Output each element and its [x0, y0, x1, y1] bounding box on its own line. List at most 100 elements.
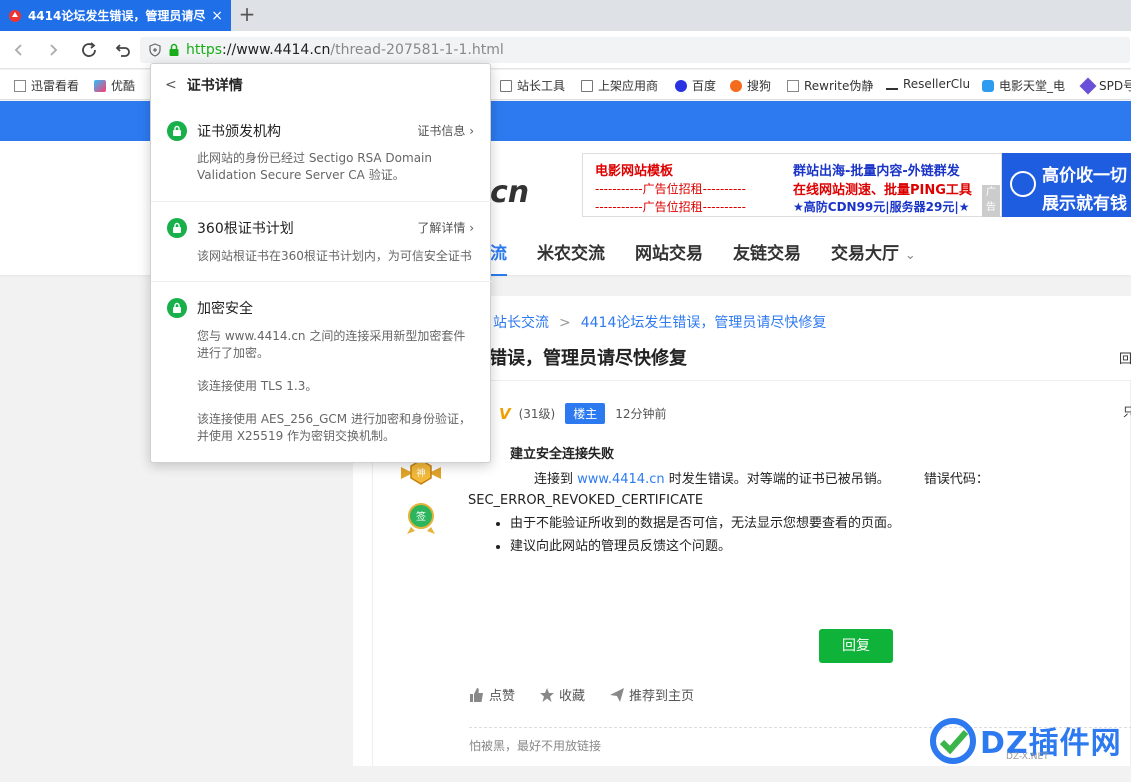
popup-header[interactable]: < 证书详情: [165, 75, 243, 95]
star-icon: [540, 687, 555, 702]
section-desc: 此网站的身份已经过 Sectigo RSA Domain Validation …: [197, 151, 432, 182]
url-host: ://www.4414.cn: [222, 42, 331, 58]
nav-item[interactable]: 友链交易: [733, 239, 801, 264]
bookmark-item[interactable]: 上架应用商: [581, 77, 658, 94]
error-bullets: 由于不能验证所收到的数据是否可信，无法显示您想要查看的页面。 建议向此网站的管理…: [510, 512, 1028, 554]
brand-logo-icon: [1010, 171, 1036, 197]
reload-button[interactable]: [78, 39, 100, 61]
author-only-link[interactable]: 只: [1123, 403, 1131, 420]
lock-icon[interactable]: [168, 43, 180, 57]
url-text[interactable]: https://www.4414.cn/thread-207581-1-1.ht…: [186, 42, 504, 58]
nav-item-dropdown[interactable]: 交易大厅 ⌄: [831, 239, 916, 264]
forward-arrow-icon: [50, 44, 58, 56]
link-label: 证书信息: [417, 124, 466, 138]
address-bar[interactable]: https://www.4414.cn/thread-207581-1-1.ht…: [140, 37, 1130, 63]
bookmark-item[interactable]: 迅雷看看: [14, 77, 79, 94]
page-icon: [787, 79, 799, 92]
page-icon: [14, 79, 26, 92]
bookmark-label: 上架应用商: [598, 79, 659, 93]
text-ad-banner[interactable]: 电影网站模板 -----------广告位招租---------- ------…: [582, 153, 1002, 217]
watermark-sub: DZ-X.NET: [1006, 752, 1049, 762]
url-scheme: https: [186, 42, 223, 58]
section-desc: 您与 www.4414.cn 之间的连接采用新型加密套件进行了加密。: [197, 329, 466, 360]
checkin-medal-icon: 签: [407, 503, 435, 534]
youku-icon: [94, 79, 106, 92]
active-tab[interactable]: 4414论坛发生错误，管理员请尽 ×: [0, 0, 231, 31]
error-heading: 建立安全连接失败: [510, 447, 615, 462]
bookmark-label: 迅雷看看: [31, 79, 80, 93]
chevron-left-icon[interactable]: <: [165, 77, 177, 93]
tls-version: 该连接使用 TLS 1.3。: [197, 379, 318, 393]
breadcrumb-item[interactable]: 站长交流: [493, 315, 549, 331]
favorite-button[interactable]: 收藏: [539, 685, 585, 704]
bookmark-item[interactable]: ResellerClu: [886, 77, 970, 91]
nav-item[interactable]: 流: [490, 239, 507, 276]
folder-icon: [500, 79, 512, 92]
action-label: 点赞: [489, 689, 516, 704]
forward-button[interactable]: [42, 39, 64, 61]
link-label: 了解详情: [417, 221, 466, 235]
reseller-icon: [886, 78, 898, 90]
url-path: /thread-207581-1-1.html: [330, 42, 504, 58]
error-host-link[interactable]: www.4414.cn: [577, 472, 664, 487]
cipher-suite: 该连接使用 AES_256_GCM 进行加密和身份验证，并使用 X25519 作…: [197, 412, 471, 443]
tab-bar: 4414论坛发生错误，管理员请尽 × +: [0, 0, 1131, 31]
image-ad-banner[interactable]: 高价收一切 展示就有钱: [1002, 153, 1131, 217]
ad-text[interactable]: ★高防CDN99元|服务器29元|★: [793, 198, 970, 215]
ad-text[interactable]: -----------广告位招租----------: [595, 198, 746, 215]
op-badge: 楼主: [565, 403, 606, 424]
like-button[interactable]: 点赞: [469, 685, 515, 704]
site-logo[interactable]: cn: [490, 175, 529, 210]
nav-item[interactable]: 米农交流: [537, 239, 605, 264]
reply-button[interactable]: 回复: [819, 629, 893, 663]
chevron-right-icon: ›: [469, 221, 474, 235]
nav-item[interactable]: 网站交易: [635, 239, 703, 264]
bookmark-item[interactable]: 电影天堂_电: [982, 77, 1065, 94]
recommend-button[interactable]: 推荐到主页: [609, 685, 694, 704]
breadcrumb-item[interactable]: 4414论坛发生错误，管理员请尽快修复: [581, 315, 827, 331]
bookmark-label: 电影天堂_电: [999, 79, 1066, 93]
chevron-down-icon: ⌄: [904, 248, 916, 263]
bookmark-label: 百度: [692, 79, 717, 93]
back-link[interactable]: 回: [1119, 348, 1131, 367]
ad-headline: 展示就有钱: [1042, 194, 1127, 214]
root-program-section: 360根证书计划 了解详情 › 该网站根证书在360根证书计划内，为可信安全证书: [151, 201, 492, 281]
bookmark-item[interactable]: SPD号: [1079, 77, 1131, 94]
bookmark-item[interactable]: 百度: [675, 77, 716, 94]
ad-text[interactable]: -----------广告位招租----------: [595, 180, 746, 197]
learn-more-link[interactable]: 了解详情 ›: [417, 219, 474, 236]
tab-close-icon[interactable]: ×: [211, 8, 223, 24]
thumbs-up-icon: [470, 687, 483, 702]
post-time: 12分钟前: [615, 407, 667, 421]
breadcrumb-separator: >: [559, 315, 571, 331]
ad-text[interactable]: 电影网站模板: [595, 160, 673, 179]
main-nav: 流 米农交流 网站交易 友链交易 交易大厅 ⌄: [490, 239, 946, 276]
new-tab-button[interactable]: +: [236, 4, 258, 26]
ad-text[interactable]: 群站出海-批量内容-外链群发: [793, 160, 960, 179]
section-title: 360根证书计划: [197, 221, 294, 237]
bookmark-label: SPD号: [1099, 79, 1131, 93]
action-label: 推荐到主页: [629, 689, 695, 704]
cert-info-link[interactable]: 证书信息 ›: [417, 122, 474, 139]
bookmark-item[interactable]: Rewrite伪静: [787, 77, 873, 94]
error-line: 连接到 www.4414.cn 时发生错误。对等端的证书已被吊销。 错误代码：: [534, 468, 1028, 487]
shield-icon[interactable]: [148, 43, 162, 57]
site-favicon-icon: [8, 9, 21, 22]
bookmark-label: 站长工具: [517, 79, 566, 93]
bookmark-item[interactable]: 站长工具: [500, 77, 565, 94]
ad-text[interactable]: 在线网站测速、批量PING工具: [793, 179, 972, 198]
signature: 怕被黑，最好不用放链接: [469, 739, 602, 753]
level-icon: V: [499, 404, 511, 423]
back-button[interactable]: [8, 39, 30, 61]
undo-button[interactable]: [112, 39, 134, 61]
action-label: 收藏: [559, 689, 586, 704]
bookmark-item[interactable]: 优酷: [94, 77, 135, 94]
tab-title: 4414论坛发生错误，管理员请尽: [27, 9, 206, 23]
spd-icon: [1079, 77, 1097, 94]
post-actions: 点赞 收藏 推荐到主页: [469, 685, 718, 704]
nav-item-label: 交易大厅: [831, 244, 899, 264]
bookmark-item[interactable]: 搜狗: [730, 77, 771, 94]
user-level: (31级): [518, 407, 556, 421]
lock-icon: [167, 298, 187, 318]
post-body: 建立安全连接失败 连接到 www.4414.cn 时发生错误。对等端的证书已被吊…: [468, 443, 1028, 554]
